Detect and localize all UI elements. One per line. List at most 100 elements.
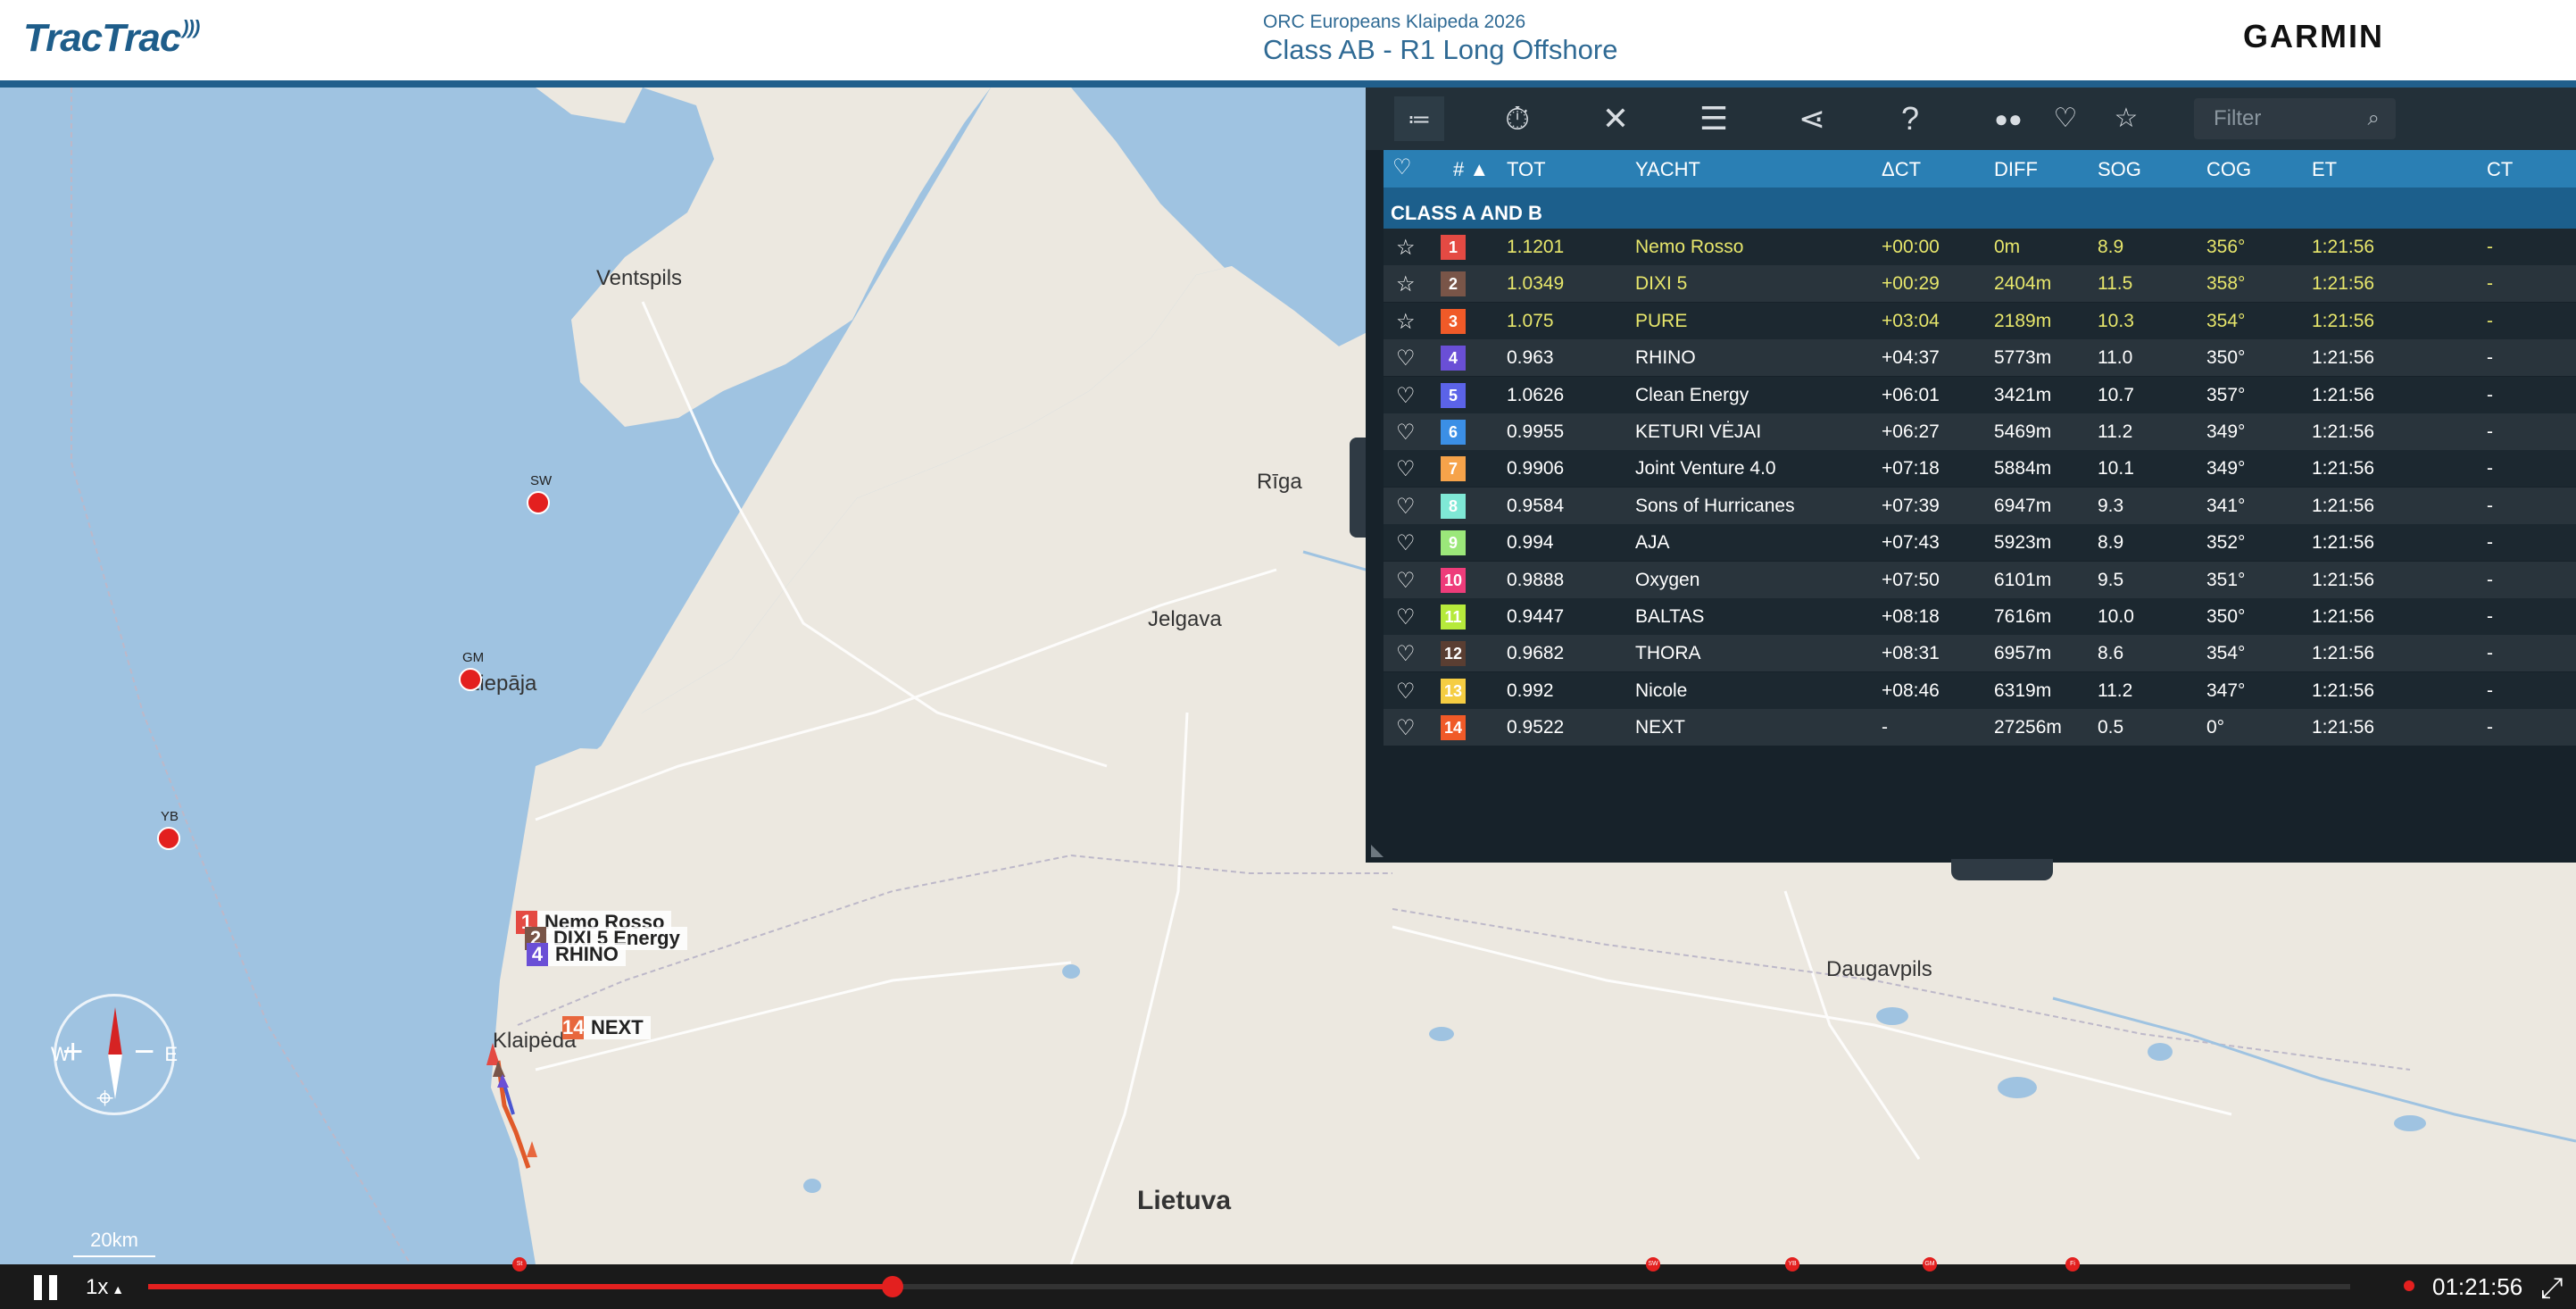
table-row[interactable]: ♡ 12 0.9682 THORA +08:31 6957m 8.6 354° 1:21:56 - — [1384, 635, 2576, 672]
heart-icon[interactable]: ♡ — [1396, 383, 1416, 409]
cell-dct: +04:37 — [1882, 347, 1940, 369]
col-diff[interactable]: DIFF — [1994, 158, 2038, 181]
rank-badge: 7 — [1441, 456, 1466, 482]
table-row[interactable]: ♡ 10 0.9888 Oxygen +07:50 6101m 9.5 351° 1:21:56… — [1384, 561, 2576, 598]
timeline-mark-4[interactable]: Fi — [2065, 1257, 2080, 1271]
cell-ct: - — [2487, 421, 2493, 442]
search-icon[interactable]: ⌕ — [2368, 98, 2380, 139]
table-row[interactable]: ☆ 1 1.1201 Nemo Rosso +00:00 0m 8.9 356° 1:21:56… — [1384, 229, 2576, 265]
col-cog[interactable]: COG — [2206, 158, 2251, 181]
table-row[interactable]: ♡ 13 0.992 Nicole +08:46 6319m 11.2 347° 1:21:56… — [1384, 671, 2576, 709]
cell-sog: 11.5 — [2098, 273, 2133, 295]
col-num[interactable]: # ▲ — [1453, 158, 1489, 181]
favorite-add-icon[interactable]: ☆ — [2101, 96, 2151, 141]
heart-icon[interactable]: ♡ — [1396, 456, 1416, 482]
heart-icon[interactable]: ♡ — [1396, 530, 1416, 556]
leaderboard-icon[interactable]: ≔ — [1394, 96, 1444, 141]
help-icon[interactable]: ? — [1885, 96, 1935, 141]
heart-icon[interactable]: ♡ — [1396, 420, 1416, 446]
heart-icon[interactable]: ♡ — [1396, 494, 1416, 520]
boat-label[interactable]: 4 RHINO — [527, 943, 626, 966]
rank-badge: 2 — [1441, 271, 1466, 297]
panel-bottom-handle[interactable] — [1951, 859, 2053, 880]
star-icon[interactable]: ☆ — [1396, 271, 1416, 297]
table-row[interactable]: ♡ 5 1.0626 Clean Energy +06:01 3421m 10.7 357° 1… — [1384, 376, 2576, 413]
col-et[interactable]: ET — [2312, 158, 2337, 181]
cell-yacht: Nemo Rosso — [1635, 237, 1744, 257]
cell-dct: +00:00 — [1882, 237, 1940, 257]
place-lietuva: Lietuva — [1137, 1186, 1232, 1215]
cell-tot: 1.0349 — [1507, 273, 1565, 295]
heart-icon[interactable]: ♡ — [1396, 679, 1416, 705]
cell-dct: +08:31 — [1882, 643, 1940, 664]
zoom-out-button[interactable]: − — [134, 1034, 154, 1070]
panel-resize-handle[interactable] — [1371, 845, 1384, 857]
race-title: Class AB - R1 Long Offshore — [1263, 34, 1618, 65]
header-favorite-icon[interactable]: ♡ — [1392, 154, 1412, 180]
table-row[interactable]: ♡ 14 0.9522 NEXT - 27256m 0.5 0° 1:21:56 - — [1384, 709, 2576, 746]
table-header: ♡ # ▲ TOT YACHT ΔCT DIFF SOG COG ET CT — [1384, 150, 2576, 188]
cell-dct: - — [1882, 717, 1888, 738]
mark-label-yb: YB — [161, 809, 179, 824]
zoom-in-button[interactable]: + — [62, 1034, 83, 1070]
table-row[interactable]: ♡ 8 0.9584 Sons of Hurricanes +07:39 6947m 9.3… — [1384, 487, 2576, 524]
table-row[interactable]: ♡ 11 0.9447 BALTAS +08:18 7616m 10.0 350° 1:21:5… — [1384, 598, 2576, 635]
col-ct[interactable]: CT — [2487, 158, 2513, 181]
timeline-mark-1[interactable]: SW — [1646, 1257, 1660, 1271]
heart-icon[interactable]: ♡ — [1396, 715, 1416, 741]
toggle-view-icon[interactable]: ●● — [1983, 96, 2033, 141]
table-row[interactable]: ♡ 4 0.963 RHINO +04:37 5773m 11.0 350° 1:21:56 - — [1384, 339, 2576, 377]
heart-icon[interactable]: ♡ — [1396, 641, 1416, 667]
table-row[interactable]: ♡ 9 0.994 AJA +07:43 5923m 8.9 352° 1:21:56 - — [1384, 524, 2576, 562]
heart-icon[interactable]: ♡ — [1396, 568, 1416, 594]
col-yacht[interactable]: YACHT — [1635, 158, 1700, 181]
cell-cog: 356° — [2206, 237, 2246, 257]
col-dct[interactable]: ΔCT — [1882, 158, 1921, 181]
table-row[interactable]: ♡ 7 0.9906 Joint Venture 4.0 +07:18 5884m 10.1… — [1384, 450, 2576, 488]
cell-sog: 10.3 — [2098, 310, 2134, 331]
star-icon[interactable]: ☆ — [1396, 235, 1416, 261]
cell-et: 1:21:56 — [2312, 421, 2375, 442]
boat-name: RHINO — [555, 943, 619, 965]
timeline-mark-2[interactable]: YB — [1785, 1257, 1799, 1271]
favorites-icon[interactable]: ♡ — [2040, 96, 2090, 141]
panel-collapse-handle[interactable] — [1350, 438, 1366, 538]
col-sog[interactable]: SOG — [2098, 158, 2141, 181]
boat-label[interactable]: 14 NEXT — [562, 1016, 651, 1039]
course-mark-gm[interactable] — [459, 668, 482, 691]
locate-icon[interactable]: ⌖ — [96, 1080, 113, 1116]
cell-sog: 10.1 — [2098, 458, 2134, 479]
timeline-handle[interactable] — [881, 1276, 903, 1297]
tractrac-logo[interactable]: TracTrac))) — [23, 16, 200, 61]
stopwatch-icon[interactable]: ⏱ — [1492, 96, 1542, 141]
timeline-mark-3[interactable]: GM — [1923, 1257, 1937, 1271]
heart-icon[interactable]: ♡ — [1396, 604, 1416, 630]
heart-icon[interactable]: ♡ — [1396, 346, 1416, 371]
table-row[interactable]: ♡ 6 0.9955 KETURI VĖJAI +06:27 5469m 11.2 349° 1… — [1384, 413, 2576, 450]
col-tot[interactable]: TOT — [1507, 158, 1546, 181]
cell-diff: 0m — [1994, 237, 2021, 257]
boat-number: 14 — [562, 1016, 585, 1039]
course-mark-sw[interactable] — [527, 491, 550, 514]
cell-diff: 6957m — [1994, 643, 2052, 664]
filter-input[interactable]: Filter ⌕ — [2194, 98, 2396, 139]
course-mark-yb[interactable] — [157, 827, 180, 850]
table-row[interactable]: ☆ 3 1.075 PURE +03:04 2189m 10.3 354° 1:21:56 - — [1384, 302, 2576, 339]
cell-cog: 354° — [2206, 310, 2246, 331]
speed-selector[interactable]: 1x ▲ — [86, 1275, 124, 1300]
cell-cog: 349° — [2206, 458, 2246, 479]
share-icon[interactable]: ⋖ — [1787, 96, 1837, 141]
timeline-track[interactable]: St SW YB GM Fi — [148, 1257, 2350, 1297]
panel-toolbar: ≔ ⏱ ✕ ☰ ⋖ ? ●● ♡ ☆ Filter ⌕ — [1366, 88, 2576, 150]
cell-sog: 0.5 — [2098, 717, 2124, 738]
star-icon[interactable]: ☆ — [1396, 309, 1416, 335]
header-divider — [0, 80, 2576, 88]
fullscreen-icon[interactable]: ⤢ — [2540, 1271, 2564, 1305]
cell-ct: - — [2487, 458, 2493, 479]
pause-button[interactable] — [34, 1275, 59, 1300]
table-row[interactable]: ☆ 2 1.0349 DIXI 5 +00:29 2404m 11.5 358° 1:21:56… — [1384, 265, 2576, 303]
timeline-mark-0[interactable]: St — [512, 1257, 527, 1271]
settings-sliders-icon[interactable]: ☰ — [1689, 96, 1739, 141]
tools-icon[interactable]: ✕ — [1591, 96, 1641, 141]
cell-yacht: THORA — [1635, 643, 1701, 664]
